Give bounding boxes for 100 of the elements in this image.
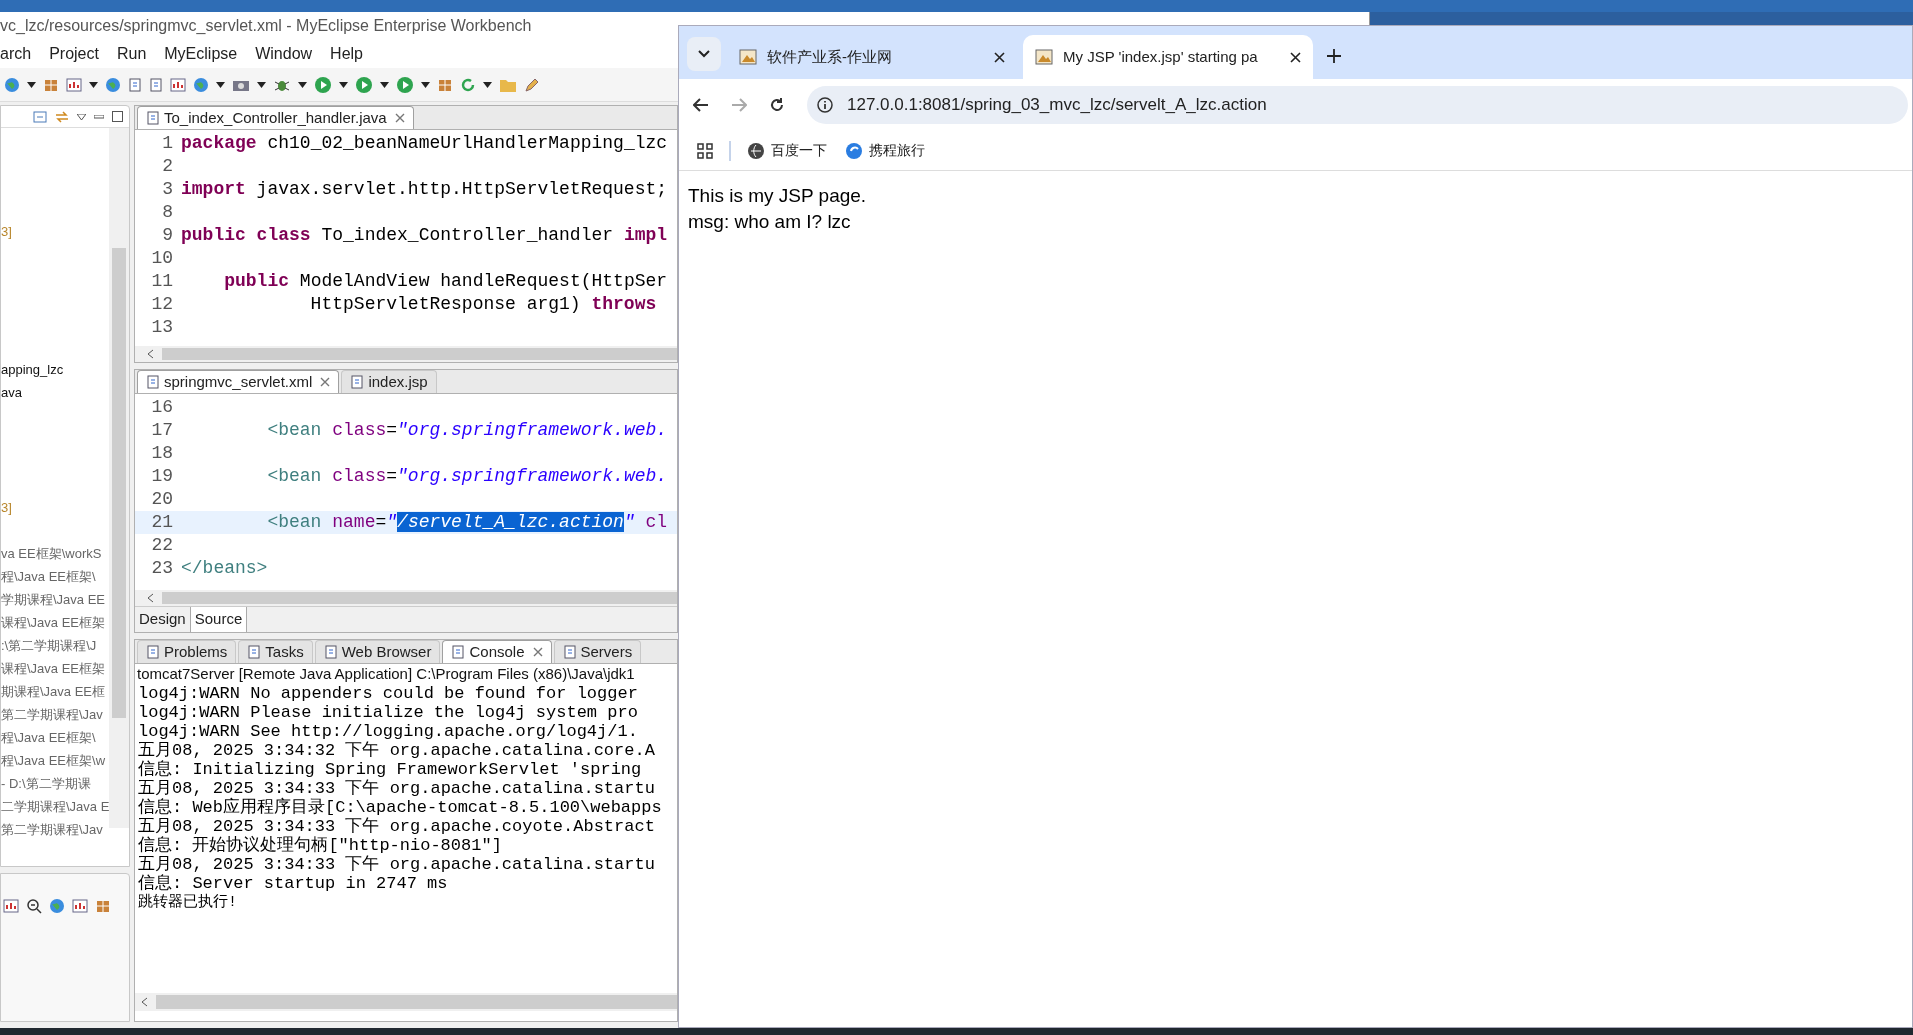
caret-icon[interactable] <box>298 81 307 88</box>
tree-item[interactable]: ava <box>1 381 22 404</box>
caret-icon[interactable] <box>89 81 98 88</box>
menu-item[interactable]: arch <box>0 42 32 66</box>
line-number: 18 <box>150 442 174 465</box>
tree-item[interactable]: 学期课程\Java EE <box>1 588 106 611</box>
tree-item[interactable]: 第二学期课程\Jav <box>1 818 103 841</box>
tree-item[interactable]: 课程\Java EE框架 <box>1 611 106 634</box>
tree-item[interactable]: apping_lzc <box>1 358 64 381</box>
scroll-left-icon[interactable] <box>147 593 154 603</box>
menu-item[interactable]: Project <box>49 42 99 66</box>
play-icon[interactable] <box>396 75 414 94</box>
line-number: 21 <box>150 511 174 534</box>
play-icon[interactable] <box>314 75 332 94</box>
code-line: import javax.servlet.http.HttpServletRequest; <box>181 178 668 201</box>
console-line: 五月08, 2025 3:34:32 下午 org.apache.catalina.core.A <box>138 741 656 760</box>
new-tab-icon[interactable] <box>1327 49 1341 63</box>
file-icon <box>146 111 160 125</box>
line-number: 8 <box>161 201 174 224</box>
globe-icon[interactable] <box>105 76 121 93</box>
tool-icon[interactable] <box>49 898 65 914</box>
tree-item[interactable]: 程\Java EE框架\ <box>1 565 96 588</box>
file-icon <box>146 375 160 389</box>
bookmark[interactable]: 携程旅行 <box>845 140 925 161</box>
reload-icon[interactable] <box>769 97 785 113</box>
scrollbar[interactable] <box>135 590 677 606</box>
scroll-left-icon[interactable] <box>147 349 154 359</box>
console-line: log4j:WARN See http://logging.apache.org/log4j/1. <box>138 722 639 741</box>
menu-item[interactable]: Run <box>116 42 147 66</box>
view-tab[interactable]: Console <box>442 640 552 663</box>
globe-icon[interactable] <box>4 76 20 93</box>
view-tab[interactable]: Tasks <box>238 640 313 663</box>
caret-icon[interactable] <box>421 81 430 88</box>
tree-item[interactable]: 二学期课程\Java E <box>1 795 110 818</box>
tree-item[interactable]: va EE框架\workS <box>1 542 102 565</box>
minimize-icon[interactable] <box>94 114 104 119</box>
caret-icon[interactable] <box>380 81 389 88</box>
line-number: 2 <box>161 155 174 178</box>
menu-item[interactable]: Window <box>255 42 313 66</box>
info-icon[interactable] <box>817 97 833 113</box>
scrollbar[interactable] <box>135 993 677 1011</box>
play-icon[interactable] <box>355 75 373 94</box>
view-menu-icon[interactable] <box>77 113 86 120</box>
caret-icon[interactable] <box>257 81 266 88</box>
scrollbar[interactable] <box>109 128 129 828</box>
refresh-icon[interactable] <box>460 76 476 93</box>
close-icon[interactable] <box>994 51 1005 63</box>
tree-item[interactable]: - D:\第二学期课 <box>1 772 91 795</box>
line-number: 10 <box>150 247 174 270</box>
menu-item[interactable]: Help <box>330 42 363 66</box>
console-line: log4j:WARN No appenders could be found for logger <box>138 684 639 703</box>
tree-item[interactable]: 期课程\Java EE框 <box>1 680 106 703</box>
file-icon <box>562 645 577 659</box>
caret-icon[interactable] <box>216 81 225 88</box>
file-icon <box>247 645 262 659</box>
caret-icon[interactable] <box>339 81 348 88</box>
chart-icon[interactable] <box>170 76 186 93</box>
file-icon <box>146 645 160 659</box>
console-line: log4j:WARN Please initialize the log4j system pro <box>138 703 639 722</box>
close-icon[interactable] <box>1290 51 1301 63</box>
browser-tab[interactable]: My JSP 'index.jsp' starting pa <box>1023 35 1313 79</box>
view-tab[interactable]: Servers <box>553 640 642 663</box>
mode-tab[interactable]: Source <box>189 607 248 632</box>
tree-item[interactable]: 第二学期课程\Jav <box>1 703 103 726</box>
zoom-out-icon[interactable] <box>26 898 42 914</box>
chart-icon[interactable] <box>66 76 82 93</box>
address-bar[interactable]: 127.0.0.1:8081/spring_03_mvc_lzc/servelt_A_lzc.action <box>807 86 1908 124</box>
pencil-icon[interactable] <box>524 76 540 93</box>
globe-icon[interactable] <box>193 76 209 93</box>
caret-icon[interactable] <box>483 81 492 88</box>
line-number: 20 <box>150 488 174 511</box>
view-tab[interactable]: Web Browser <box>314 640 441 663</box>
scrollbar[interactable] <box>135 346 677 362</box>
tree-item[interactable]: 程\Java EE框架\w <box>1 749 106 772</box>
editor-tab[interactable]: index.jsp <box>341 370 437 393</box>
line-number: 19 <box>150 465 174 488</box>
tree-item[interactable]: 程\Java EE框架\ <box>1 726 96 749</box>
caret-icon[interactable] <box>27 81 36 88</box>
tool-icon[interactable] <box>72 898 88 914</box>
scroll-left-icon[interactable] <box>141 997 148 1007</box>
editor-tab[interactable]: To_index_Controller_handler.java <box>137 106 414 129</box>
code-line: public class To_index_Controller_handler impl <box>181 224 668 247</box>
console-line: 五月08, 2025 3:34:33 下午 org.apache.catalina.startu <box>138 855 656 874</box>
view-tab[interactable]: Problems <box>137 640 237 663</box>
maximize-icon[interactable] <box>112 111 123 122</box>
line-number: 16 <box>150 396 174 419</box>
menu-item[interactable]: MyEclipse <box>164 42 238 66</box>
apps-icon[interactable] <box>697 142 713 159</box>
line-number: 11 <box>150 270 174 293</box>
tab-list-button[interactable] <box>687 37 721 71</box>
chevron-down-icon <box>698 50 710 58</box>
tree-item[interactable]: 课程\Java EE框架 <box>1 657 106 680</box>
tool-icon[interactable] <box>95 898 111 914</box>
back-icon[interactable] <box>693 98 709 112</box>
editor-tab[interactable]: springmvc_servlet.xml <box>137 370 340 393</box>
tree-item[interactable]: :\第二学期课程\J <box>1 634 97 657</box>
link-icon[interactable] <box>55 110 69 123</box>
console-line: 跳转器已执行! <box>138 893 238 912</box>
bookmark[interactable]: 百度一下 <box>747 140 827 161</box>
tool-icon[interactable] <box>3 898 19 914</box>
